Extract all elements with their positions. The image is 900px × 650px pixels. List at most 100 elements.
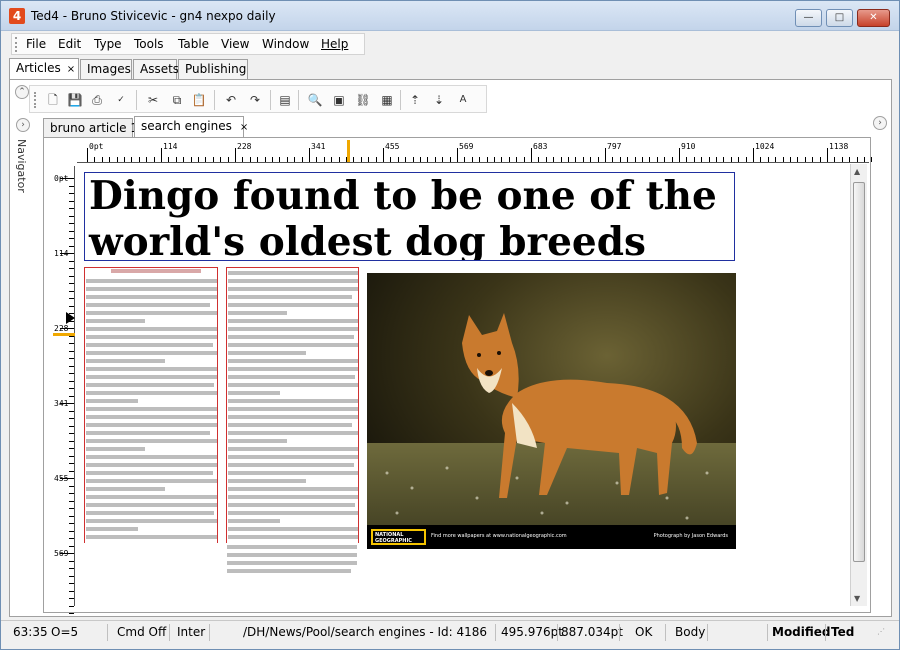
ruler-tick xyxy=(69,275,74,277)
greeked-text-line xyxy=(86,447,145,451)
scroll-up-icon[interactable]: ▲ xyxy=(854,167,860,176)
ruler-tick xyxy=(642,157,643,162)
minimize-button[interactable]: — xyxy=(795,9,822,27)
menu-edit[interactable]: Edit xyxy=(58,37,81,51)
font-size-icon[interactable]: A xyxy=(454,91,472,109)
tab-publishing[interactable]: Publishing xyxy=(178,59,248,80)
app-logo-icon: 4 xyxy=(9,8,25,24)
greeked-text-line xyxy=(227,545,357,549)
ruler-label: 0pt xyxy=(89,142,104,151)
scroll-tabs-right-icon[interactable]: › xyxy=(873,116,887,130)
greeked-text-line xyxy=(227,569,351,573)
dingo-photo[interactable]: NATIONAL GEOGRAPHIC Find more wallpapers… xyxy=(367,273,736,549)
greeked-text-line xyxy=(228,431,358,435)
new-icon[interactable]: 🗋 xyxy=(44,91,62,109)
vertical-scrollbar[interactable]: ▲ ▼ xyxy=(850,164,867,606)
scroll-thumb[interactable] xyxy=(853,182,865,562)
greeked-text-line xyxy=(228,279,358,283)
text-column-2[interactable] xyxy=(226,267,359,543)
toolbar-separator xyxy=(298,90,299,110)
close-button[interactable]: ✕ xyxy=(857,9,890,27)
menu-tools[interactable]: Tools xyxy=(134,37,164,51)
greeked-text-line xyxy=(228,487,358,491)
greeked-text-line xyxy=(227,561,357,565)
headline-frame[interactable]: Dingo found to be one of the world's old… xyxy=(84,172,735,261)
ruler-label: 0pt xyxy=(54,174,69,183)
navigator-label[interactable]: Navigator xyxy=(15,139,28,193)
ruler-tick xyxy=(449,157,451,162)
greeked-text-line xyxy=(228,439,287,443)
ruler-tick xyxy=(69,298,74,299)
menu-file[interactable]: File xyxy=(26,37,46,51)
ruler-tick xyxy=(294,157,296,162)
ruler-tick xyxy=(190,157,192,162)
doc-tab-close-icon[interactable]: × xyxy=(240,122,248,133)
toolbar-grip[interactable] xyxy=(34,92,37,108)
doc-tab-bruno-article[interactable]: bruno article 1 xyxy=(43,118,138,138)
doc-tab-search-engines[interactable]: search engines × xyxy=(134,116,248,138)
ruler-tick xyxy=(664,157,666,162)
insert-icon[interactable]: ▣ xyxy=(330,91,348,109)
redo-icon[interactable]: ↷ xyxy=(246,91,264,109)
ruler-cursor-marker[interactable] xyxy=(53,333,75,336)
tab-assets[interactable]: Assets xyxy=(133,59,179,80)
track-changes-icon[interactable]: ▦ xyxy=(378,91,396,109)
ruler-tick xyxy=(69,455,74,457)
ruler-tick xyxy=(138,157,140,162)
find-icon[interactable]: 🔍 xyxy=(306,91,324,109)
tab-close-icon[interactable]: × xyxy=(67,64,75,75)
scroll-down-icon[interactable]: ▼ xyxy=(854,594,860,603)
greeked-text-line xyxy=(228,367,358,371)
resize-grip-icon[interactable]: ⋰ xyxy=(877,627,885,636)
ruler-tick xyxy=(494,157,495,162)
frame-icon[interactable]: ▤ xyxy=(276,91,294,109)
ruler-tick xyxy=(841,157,843,162)
ruler-label: 228 xyxy=(237,142,252,151)
greeked-text-line xyxy=(228,351,306,355)
vertical-ruler[interactable]: 0pt 114 228 341 455 569 xyxy=(51,166,75,614)
ruler-position-arrow-icon[interactable] xyxy=(66,312,75,324)
navigator-toggle-icon[interactable]: › xyxy=(16,118,30,132)
print-icon[interactable]: ⎙ xyxy=(88,91,106,109)
paste-icon[interactable]: 📋 xyxy=(190,91,208,109)
ruler-tick xyxy=(760,157,762,162)
maximize-button[interactable]: □ xyxy=(826,9,853,27)
ruler-tick xyxy=(375,157,377,162)
tab-articles[interactable]: Articles × xyxy=(9,58,79,80)
greeked-text-line xyxy=(86,455,217,459)
menu-grip[interactable] xyxy=(15,37,18,52)
greeked-text-line xyxy=(228,343,358,347)
text-column-1[interactable] xyxy=(84,267,218,543)
ruler-cursor-marker[interactable] xyxy=(347,140,350,162)
menu-table[interactable]: Table xyxy=(178,37,209,51)
greeked-text-line xyxy=(228,527,358,531)
menu-help[interactable]: Help xyxy=(321,37,348,51)
status-style: Body xyxy=(675,625,706,639)
ruler-tick xyxy=(338,157,340,162)
cut-icon[interactable]: ✂ xyxy=(144,91,162,109)
photo-credit-bar: NATIONAL GEOGRAPHIC Find more wallpapers… xyxy=(367,525,736,549)
greeked-text-line xyxy=(228,287,358,291)
ruler-tick xyxy=(612,157,614,162)
ruler-tick xyxy=(753,148,754,162)
greeked-text-line xyxy=(86,383,214,387)
menu-type[interactable]: Type xyxy=(94,37,122,51)
ruler-tick xyxy=(427,157,429,162)
status-modified: Modified xyxy=(772,625,831,639)
link-icon[interactable]: ⛓ xyxy=(354,91,372,109)
move-down-icon[interactable]: ⇣ xyxy=(430,91,448,109)
spellcheck-icon[interactable]: ✓ xyxy=(112,91,130,109)
ruler-tick xyxy=(69,508,74,509)
horizontal-ruler[interactable]: 0pt 114 228 341 455 569 683 797 910 1024 1138 xyxy=(77,140,873,163)
save-icon[interactable]: 💾 xyxy=(66,91,84,109)
greeked-text-line xyxy=(228,447,358,451)
menu-window[interactable]: Window xyxy=(262,37,309,51)
text-overflow xyxy=(226,543,359,579)
menu-view[interactable]: View xyxy=(221,37,249,51)
copy-icon[interactable]: ⧉ xyxy=(168,91,186,109)
move-up-icon[interactable]: ⇡ xyxy=(406,91,424,109)
ruler-tick xyxy=(220,157,222,162)
undo-icon[interactable]: ↶ xyxy=(222,91,240,109)
tab-images[interactable]: Images xyxy=(80,59,132,80)
collapse-toolbar-icon[interactable]: ⌃ xyxy=(15,85,29,99)
